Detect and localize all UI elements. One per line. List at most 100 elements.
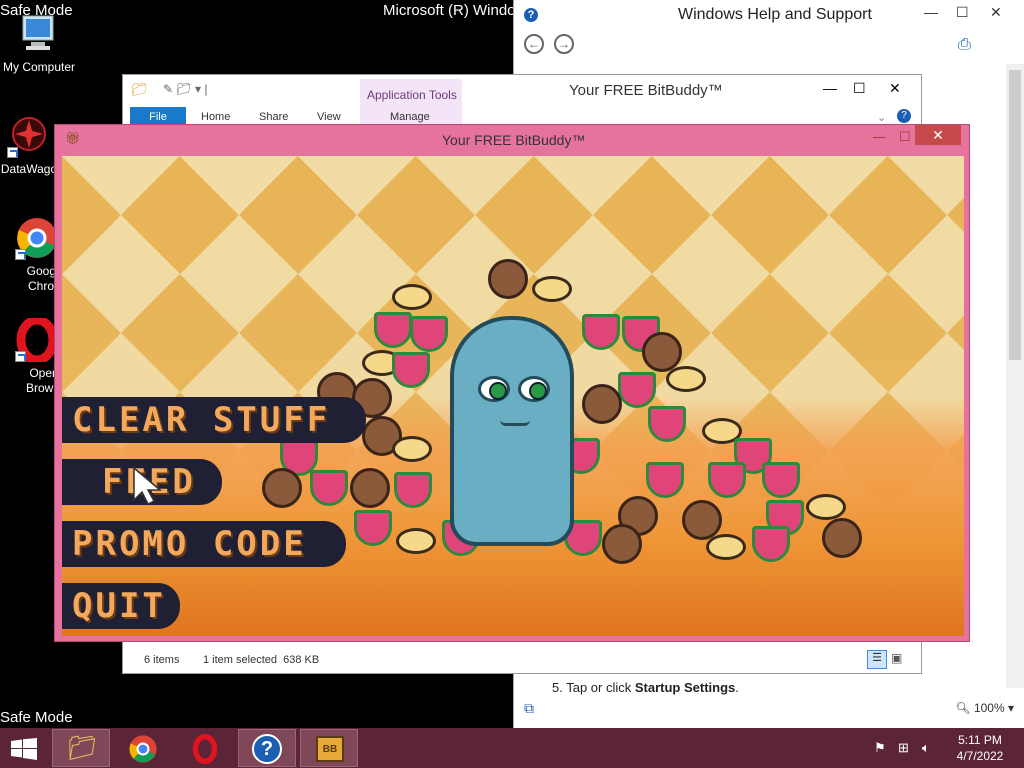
- network-icon[interactable]: ⊞: [898, 740, 909, 756]
- safe-mode-label-bottom: Safe Mode: [0, 709, 73, 726]
- desktop-icon-my-computer[interactable]: My Computer: [0, 12, 79, 75]
- taskbar: 📁︎ ? BB ⚑ ⊞ 🔈︎ 5:11 PM 4/7/2022: [0, 728, 1024, 768]
- gift-box-icon: 🎁︎: [65, 131, 81, 145]
- minimize-button[interactable]: —: [823, 80, 837, 96]
- desktop: Safe Mode Microsoft (R) Windo Safe Mode …: [0, 0, 1024, 728]
- flag-icon[interactable]: ⚑: [874, 740, 886, 756]
- cookie-sprite: [262, 468, 302, 508]
- game-canvas[interactable]: CLEAR STUFF FEED PROMO CODE QUIT: [62, 156, 964, 636]
- tab-home[interactable]: Home: [201, 111, 230, 123]
- bitbuddy-character[interactable]: [450, 316, 574, 546]
- help-window-title: Windows Help and Support: [678, 6, 872, 23]
- cookie-sprite: [642, 332, 682, 372]
- help-icon: ?: [524, 8, 538, 22]
- taskbar-bitbuddy[interactable]: BB: [300, 729, 358, 767]
- shortcut-arrow-icon: [15, 249, 26, 260]
- minimize-button[interactable]: —: [873, 129, 886, 144]
- desktop-icon-label: My Computer: [2, 60, 76, 74]
- taskbar-help[interactable]: ?: [238, 729, 296, 767]
- bitbuddy-window[interactable]: 🎁︎ Your FREE BitBuddy™ — ☐ ✕ CLEAR STUFF…: [54, 124, 970, 642]
- cookie-sprite: [682, 500, 722, 540]
- banana-sprite: [806, 494, 846, 520]
- banana-sprite: [666, 366, 706, 392]
- mouse-cursor-icon: [133, 466, 163, 506]
- shortcut-arrow-icon: [15, 351, 26, 362]
- computer-icon: [17, 12, 61, 56]
- help-icon: ?: [252, 734, 282, 764]
- application-tools-label: Application Tools: [367, 88, 457, 102]
- desktop-icon-label: DataWago: [0, 162, 58, 176]
- menu-promo-code-button[interactable]: PROMO CODE: [62, 521, 346, 567]
- eye-icon: [478, 376, 510, 402]
- bitbuddy-title-bar: 🎁︎ Your FREE BitBuddy™ — ☐ ✕: [55, 125, 969, 155]
- tab-view[interactable]: View: [317, 111, 341, 123]
- cookie-sprite: [582, 384, 622, 424]
- chevron-down-icon[interactable]: ⌄: [877, 111, 886, 124]
- cookie-sprite: [488, 259, 528, 299]
- print-icon[interactable]: ⎙: [958, 36, 971, 54]
- chrome-icon: [15, 216, 59, 260]
- minimize-button[interactable]: —: [924, 4, 938, 20]
- cookie-sprite: [822, 518, 862, 558]
- zoom-level: 100%: [973, 701, 1005, 715]
- taskbar-chrome[interactable]: [114, 729, 172, 767]
- back-arrow-icon[interactable]: ←: [524, 34, 544, 54]
- bitbuddy-window-title: Your FREE BitBuddy™: [442, 132, 586, 148]
- taskbar-file-explorer[interactable]: 📁︎: [52, 729, 110, 767]
- status-selection: 1 item selected 638 KB: [203, 654, 320, 666]
- folder-icon: 📁︎: [67, 735, 98, 762]
- desktop-icon-datawago[interactable]: DataWago: [0, 114, 59, 177]
- cookie-sprite: [350, 468, 390, 508]
- menu-clear-stuff-button[interactable]: CLEAR STUFF: [62, 397, 366, 443]
- status-item-count: 6 items: [144, 654, 180, 666]
- mouth: [500, 420, 530, 426]
- close-button[interactable]: ✕: [889, 80, 901, 97]
- menu-quit-button[interactable]: QUIT: [62, 583, 180, 629]
- feedback-icon[interactable]: ⧉: [524, 700, 534, 717]
- explorer-status-bar: 6 items 1 item selected 638 KB ☰ ▣: [123, 647, 921, 673]
- step-text: Tap or click: [566, 680, 635, 695]
- tab-share[interactable]: Share: [259, 111, 288, 123]
- maximize-button[interactable]: ☐: [899, 129, 911, 145]
- forward-arrow-icon[interactable]: →: [554, 34, 574, 54]
- datawago-icon: [7, 114, 51, 158]
- folder-icon: 📁︎: [131, 82, 148, 97]
- maximize-button[interactable]: ☐: [956, 4, 969, 21]
- details-view-icon[interactable]: ☰: [867, 650, 887, 669]
- eye-icon: [518, 376, 550, 402]
- windows-logo-icon: [11, 738, 37, 760]
- close-button[interactable]: ✕: [990, 4, 1002, 21]
- opera-icon: [192, 734, 218, 764]
- large-icons-view-icon[interactable]: ▣: [891, 651, 902, 665]
- clock[interactable]: 5:11 PM 4/7/2022: [950, 732, 1010, 764]
- maximize-button[interactable]: ☐: [853, 80, 866, 97]
- banana-sprite: [532, 276, 572, 302]
- tab-manage[interactable]: Manage: [390, 111, 430, 123]
- banana-sprite: [392, 436, 432, 462]
- clock-time: 5:11 PM: [958, 733, 1002, 747]
- shortcut-arrow-icon: [7, 147, 18, 158]
- chrome-icon: [129, 735, 157, 763]
- scrollbar-thumb[interactable]: [1009, 70, 1021, 360]
- help-step-5: 5. Tap or click Startup Settings.: [552, 680, 739, 695]
- volume-icon[interactable]: 🔈︎: [922, 740, 930, 756]
- banana-sprite: [706, 534, 746, 560]
- opera-icon: [15, 315, 59, 365]
- step-text-bold: Startup Settings: [634, 680, 736, 695]
- clock-date: 4/7/2022: [956, 749, 1004, 763]
- step-text-suffix: .: [735, 680, 739, 695]
- explorer-title-bar: 📁︎ ✎ 📁︎ ▾ | Your FREE BitBuddy™ — ☐ ✕: [123, 75, 921, 105]
- help-title-bar: ? Windows Help and Support — ☐ ✕: [514, 0, 1024, 30]
- quick-access-toolbar[interactable]: ✎ 📁︎ ▾ |: [163, 82, 207, 96]
- help-icon[interactable]: ?: [897, 109, 911, 123]
- start-button[interactable]: [0, 729, 48, 767]
- zoom-control[interactable]: 🔍︎ 100% ▾: [955, 701, 1014, 715]
- explorer-window-title: Your FREE BitBuddy™: [569, 82, 723, 99]
- gift-box-icon: BB: [316, 736, 344, 762]
- cookie-sprite: [602, 524, 642, 564]
- banana-sprite: [392, 284, 432, 310]
- taskbar-opera[interactable]: [176, 729, 234, 767]
- close-button[interactable]: ✕: [915, 125, 961, 145]
- help-scrollbar[interactable]: [1006, 64, 1024, 688]
- step-number: 5.: [552, 680, 563, 695]
